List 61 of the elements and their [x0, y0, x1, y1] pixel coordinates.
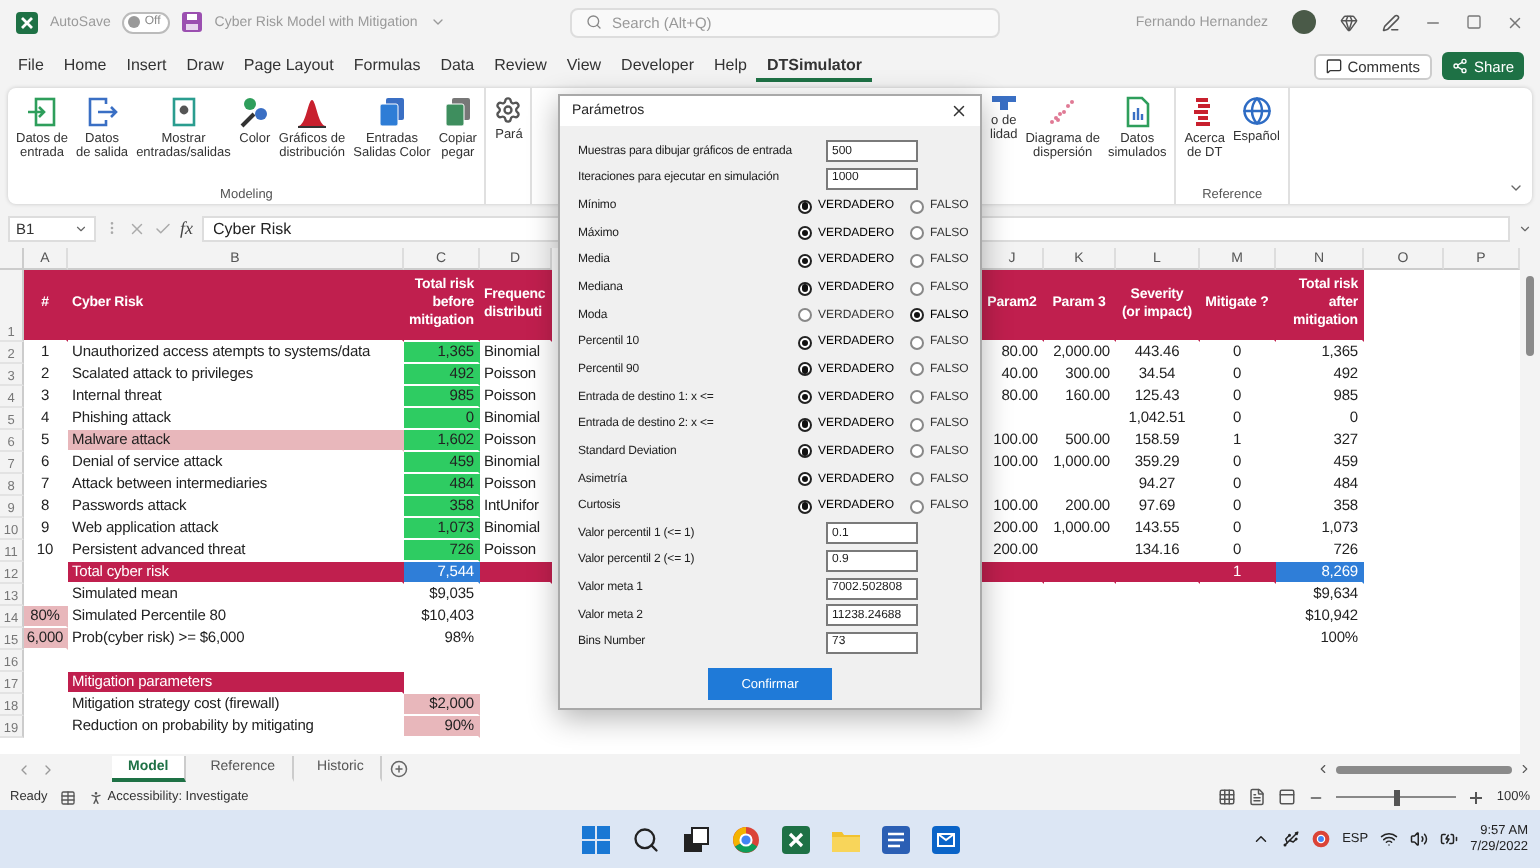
- stacked-cards-icon: [441, 96, 474, 128]
- stacked-cards-icon: [375, 96, 408, 128]
- search-icon[interactable]: [631, 825, 659, 853]
- app-logo-icon: [16, 11, 38, 33]
- menu-tab[interactable]: Data: [430, 51, 485, 81]
- chart-document-icon: [1121, 96, 1154, 128]
- chevron-icon[interactable]: [1508, 180, 1524, 196]
- dots-pin-icon: [238, 96, 271, 128]
- add-sheet-icon[interactable]: [389, 760, 408, 778]
- menu-tab[interactable]: File: [8, 51, 54, 81]
- arrow-out-of-frame-icon: [86, 96, 119, 128]
- four-squares-icon[interactable]: [581, 825, 609, 853]
- restore-icon[interactable]: [1466, 14, 1482, 30]
- battery-icon[interactable]: [1440, 830, 1459, 848]
- menu-tab[interactable]: Draw: [176, 51, 234, 81]
- chevron-icon: [74, 221, 88, 235]
- horizontal-scrollbar[interactable]: [1316, 761, 1532, 777]
- overlapping-windows-icon[interactable]: [681, 825, 709, 853]
- page-view-icon[interactable]: [1248, 788, 1267, 806]
- panel-view-icon[interactable]: [1278, 788, 1297, 806]
- menu-tab[interactable]: Review: [484, 51, 557, 81]
- globe-icon: [1241, 96, 1272, 126]
- diamond-icon[interactable]: [1340, 13, 1358, 31]
- menu-tab[interactable]: Insert: [116, 51, 177, 81]
- search-icon: [586, 14, 602, 30]
- grid-view-icon[interactable]: [1218, 788, 1237, 806]
- menu-tab[interactable]: View: [556, 51, 612, 81]
- next-icon[interactable]: [40, 761, 56, 777]
- pen-icon[interactable]: [1382, 13, 1400, 31]
- scatter-icon: [1046, 96, 1079, 128]
- wifi-icon[interactable]: [1380, 830, 1399, 848]
- accessibility-icon[interactable]: [87, 789, 104, 805]
- document-tile-icon[interactable]: [881, 825, 909, 853]
- ring-icon[interactable]: [1312, 830, 1331, 848]
- gear-icon: [494, 96, 523, 124]
- usb-icon[interactable]: [1282, 830, 1301, 848]
- zoom-in-icon[interactable]: [1468, 789, 1485, 805]
- check-icon[interactable]: [154, 219, 172, 237]
- menu-tab[interactable]: Home: [53, 51, 117, 81]
- menu-tab[interactable]: Developer: [611, 51, 705, 81]
- share-icon: [1451, 58, 1468, 74]
- envelope-tile-icon[interactable]: [931, 825, 959, 853]
- scroll-right-icon[interactable]: [1518, 762, 1532, 776]
- menu-tab[interactable]: Page Layout: [233, 51, 344, 81]
- menu-tab[interactable]: Help: [704, 51, 757, 81]
- table-icon[interactable]: [59, 789, 76, 805]
- scroll-left-icon[interactable]: [1316, 762, 1330, 776]
- previous-icon[interactable]: [16, 761, 32, 777]
- avatar[interactable]: [1292, 10, 1316, 34]
- comment-icon: [1325, 58, 1342, 74]
- close-icon[interactable]: [950, 102, 968, 120]
- slider-thumb[interactable]: [1393, 789, 1400, 805]
- function-label[interactable]: fx: [180, 218, 193, 238]
- speaker-icon[interactable]: [1410, 830, 1429, 848]
- menu-tab[interactable]: Formulas: [343, 51, 431, 81]
- bell-curve-icon: [296, 96, 329, 128]
- ring-icon[interactable]: [731, 825, 759, 853]
- menu-tab[interactable]: DTSimulator: [756, 51, 873, 81]
- arrow-into-frame-icon: [26, 96, 59, 128]
- save-icon[interactable]: [182, 12, 203, 32]
- chevron-icon[interactable]: [1252, 830, 1271, 848]
